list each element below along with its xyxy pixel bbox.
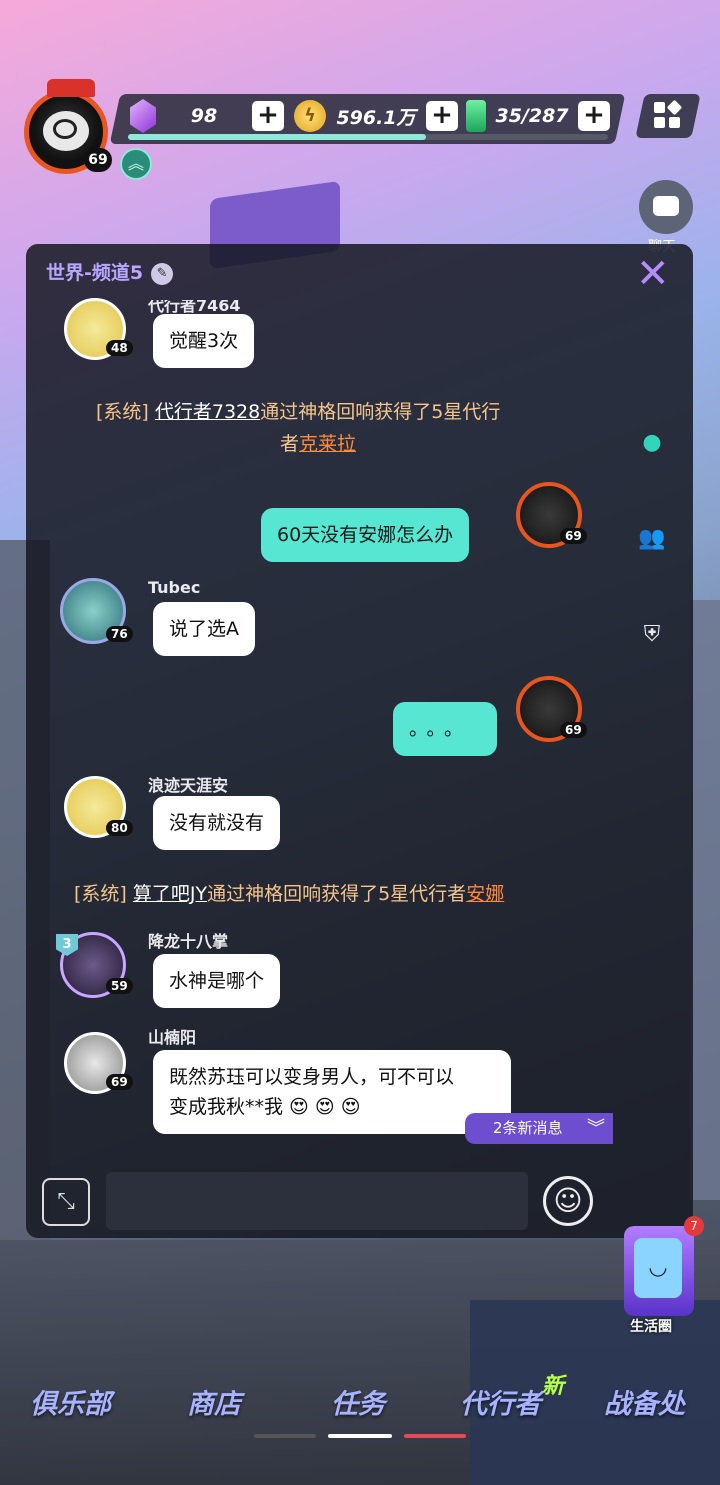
avatar-level: 69: [560, 722, 587, 738]
nav-club[interactable]: 俱乐部: [30, 1382, 111, 1421]
sender-name: 浪迹天涯安: [148, 776, 229, 795]
globe-icon[interactable]: ●: [637, 428, 667, 458]
message-bubble: 既然苏珏可以变身男人，可不可以 变成我秋**我 😍 😍 😍: [153, 1050, 511, 1134]
system-user-link[interactable]: 代行者7328: [155, 401, 260, 423]
nav-agents[interactable]: 代行者: [460, 1382, 541, 1421]
bow-icon: [47, 79, 95, 97]
collapse-icon[interactable]: ⤡: [42, 1178, 90, 1226]
pencil-icon[interactable]: ✎: [151, 262, 174, 285]
life-circle-label: 生活圈: [630, 1319, 672, 1335]
battery-icon: [466, 100, 486, 132]
friends-icon[interactable]: 👥: [637, 524, 667, 554]
channel-title-row[interactable]: 世界-频道5 ✎: [46, 258, 174, 285]
add-stamina-button[interactable]: +: [578, 101, 610, 131]
page-indicator: [404, 1434, 466, 1438]
chat-bubble-icon: [653, 196, 679, 216]
avatar-level: 59: [106, 978, 133, 994]
new-messages-button[interactable]: 2条新消息 ︾: [465, 1113, 613, 1144]
close-icon[interactable]: ✕: [636, 252, 670, 296]
gems-resource: 98 +: [130, 98, 284, 134]
chat-input[interactable]: [106, 1172, 528, 1230]
avatar-level: 69: [560, 528, 587, 544]
new-tag: 新: [542, 1374, 565, 1399]
system-user-link[interactable]: 算了吧JY: [133, 883, 207, 905]
system-message: [系统] 算了吧JY通过神格回响获得了5星代行者安娜: [74, 883, 505, 905]
xp-bar: [128, 134, 608, 140]
coin-icon: ϟ: [294, 100, 326, 132]
menu-button[interactable]: [635, 94, 701, 138]
nav-tasks[interactable]: 任务: [331, 1382, 385, 1421]
coins-value: 596.1万: [336, 106, 416, 129]
stamina-resource: 35/287 +: [466, 98, 610, 134]
message-bubble: 说了选A: [153, 602, 255, 656]
message-bubble: 水神是哪个: [153, 954, 281, 1008]
sender-name: 山楠阳: [148, 1028, 197, 1047]
avatar-level: 76: [106, 626, 133, 642]
rose-icon: [43, 111, 89, 151]
bottom-nav: 俱乐部 商店 任务 代行者 新 战备处: [0, 1374, 720, 1426]
avatar-level: 69: [106, 1074, 133, 1090]
chat-input-row: ⤡ ☺: [40, 1172, 670, 1232]
sender-name: Tubec: [148, 578, 201, 597]
my-message-bubble: 60天没有安娜怎么办: [261, 508, 470, 562]
avatar-level: 48: [106, 340, 133, 356]
message-bubble: 没有就没有: [153, 796, 281, 850]
message-bubble: 觉醒3次: [153, 314, 255, 368]
page-indicator-active: [328, 1434, 392, 1438]
phone-face-icon: ◡: [634, 1238, 682, 1298]
my-message-bubble: 。。。: [393, 702, 497, 756]
coins-resource: ϟ 596.1万 +: [294, 98, 458, 134]
player-level: 69: [84, 148, 112, 172]
add-gems-button[interactable]: +: [252, 101, 284, 131]
side-chat-button[interactable]: [639, 180, 693, 234]
life-circle-button[interactable]: ◡: [624, 1226, 694, 1316]
avatar-level: 80: [106, 820, 133, 836]
top-hud: 69 98 + ϟ 596.1万 + 35/287 + ︽: [0, 79, 720, 190]
gem-icon: [130, 99, 156, 133]
notification-badge: 7: [684, 1216, 704, 1236]
hero-link[interactable]: 克莱拉: [299, 433, 356, 455]
page-indicator: [254, 1434, 316, 1438]
gems-value: 98: [190, 105, 218, 127]
channel-title: 世界-频道5: [46, 262, 144, 284]
emoji-icon[interactable]: ☺: [543, 1176, 593, 1226]
add-coins-button[interactable]: +: [426, 101, 458, 131]
nav-armory[interactable]: 战备处: [604, 1382, 685, 1421]
system-message: [系统] 代行者7328通过神格回响获得了5星代行 者克莱拉: [96, 401, 501, 455]
sender-name: 降龙十八掌: [148, 932, 229, 951]
hero-link[interactable]: 安娜: [466, 883, 504, 905]
new-messages-label: 2条新消息: [493, 1119, 563, 1137]
stamina-value: 35/287: [495, 105, 569, 127]
rank-chevron-icon[interactable]: ︽: [120, 148, 152, 180]
grid-menu-icon: [654, 99, 683, 130]
xp-bar-fill: [128, 134, 426, 140]
shield-icon[interactable]: ⛨: [637, 620, 667, 650]
nav-shop[interactable]: 商店: [187, 1382, 241, 1421]
double-chevron-down-icon: ︾: [587, 1118, 605, 1139]
